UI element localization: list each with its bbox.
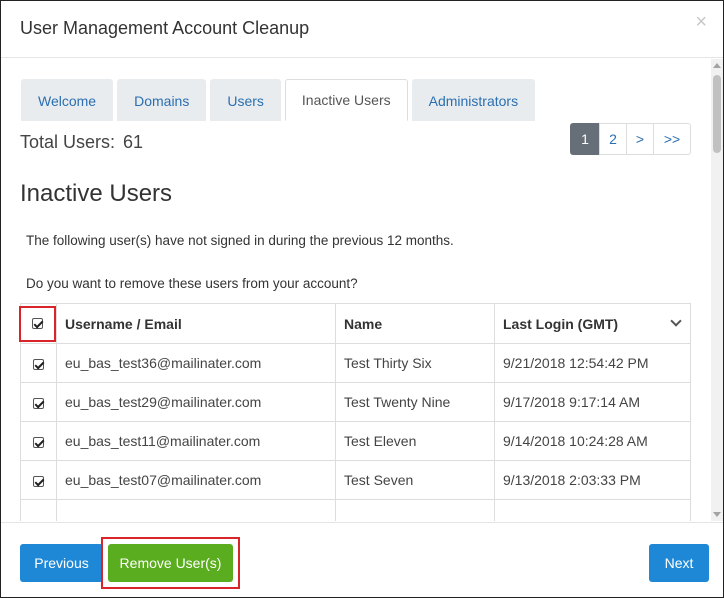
remove-users-button[interactable]: Remove User(s) bbox=[108, 544, 233, 582]
dialog-title: User Management Account Cleanup bbox=[20, 18, 310, 38]
table-row: eu_bas_test11@mailinater.com Test Eleven… bbox=[20, 421, 691, 461]
row-last-login: 9/13/2018 2:03:33 PM bbox=[494, 460, 691, 500]
table-row-partial bbox=[20, 499, 691, 521]
total-users: Total Users: 61 bbox=[20, 132, 143, 153]
row-select-cell bbox=[20, 343, 57, 383]
total-users-value: 61 bbox=[123, 132, 144, 152]
section-title: Inactive Users bbox=[20, 180, 173, 207]
chevron-down-icon[interactable] bbox=[670, 315, 682, 327]
row-checkbox[interactable] bbox=[33, 475, 44, 487]
row-last-login: 9/14/2018 10:24:28 AM bbox=[494, 421, 691, 461]
column-username[interactable]: Username / Email bbox=[56, 303, 336, 344]
section-description: The following user(s) have not signed in… bbox=[26, 233, 454, 248]
row-email: eu_bas_test29@mailinater.com bbox=[56, 382, 336, 422]
row-email: eu_bas_test11@mailinater.com bbox=[56, 421, 336, 461]
row-last-login bbox=[494, 499, 691, 521]
scroll-up-icon[interactable] bbox=[713, 63, 721, 68]
row-name: Test Seven bbox=[335, 460, 495, 500]
row-last-login: 9/17/2018 9:17:14 AM bbox=[494, 382, 691, 422]
row-checkbox[interactable] bbox=[33, 358, 44, 370]
row-select-cell bbox=[20, 460, 57, 500]
select-all-checkbox[interactable] bbox=[32, 318, 43, 329]
table-header-row: Username / Email Name Last Login (GMT) bbox=[19, 303, 691, 344]
row-select-cell bbox=[20, 499, 57, 521]
dialog-header: User Management Account Cleanup × bbox=[1, 1, 723, 58]
next-page-button[interactable]: > bbox=[626, 123, 654, 155]
vertical-scrollbar[interactable] bbox=[711, 59, 723, 521]
scroll-thumb[interactable] bbox=[713, 75, 721, 153]
tab-users[interactable]: Users bbox=[210, 79, 281, 121]
row-name: Test Thirty Six bbox=[335, 343, 495, 383]
page-2-button[interactable]: 2 bbox=[599, 123, 627, 155]
tab-administrators[interactable]: Administrators bbox=[411, 79, 536, 121]
column-last-login-label: Last Login (GMT) bbox=[503, 315, 619, 332]
row-checkbox[interactable] bbox=[33, 397, 44, 409]
last-page-button[interactable]: >> bbox=[653, 123, 691, 155]
tab-bar: Welcome Domains Users Inactive Users Adm… bbox=[21, 79, 539, 121]
column-name[interactable]: Name bbox=[335, 303, 495, 344]
row-name: Test Twenty Nine bbox=[335, 382, 495, 422]
select-all-cell bbox=[19, 303, 57, 344]
row-email: eu_bas_test07@mailinater.com bbox=[56, 460, 336, 500]
row-last-login: 9/21/2018 12:54:42 PM bbox=[494, 343, 691, 383]
row-email bbox=[56, 499, 336, 521]
row-name: Test Eleven bbox=[335, 421, 495, 461]
pagination: 1 2 > >> bbox=[570, 123, 691, 155]
table-row: eu_bas_test07@mailinater.com Test Seven … bbox=[20, 460, 691, 500]
dialog-footer: Previous Remove User(s) Next bbox=[1, 522, 723, 597]
row-checkbox[interactable] bbox=[33, 436, 44, 448]
tab-welcome[interactable]: Welcome bbox=[21, 79, 114, 121]
row-select-cell bbox=[20, 382, 57, 422]
previous-button[interactable]: Previous bbox=[20, 544, 103, 582]
page-1-button[interactable]: 1 bbox=[570, 123, 600, 155]
select-all-highlight bbox=[19, 305, 56, 342]
dialog-body: Welcome Domains Users Inactive Users Adm… bbox=[1, 59, 723, 521]
inactive-users-table: Username / Email Name Last Login (GMT) e… bbox=[19, 303, 691, 521]
row-name bbox=[335, 499, 495, 521]
table-row: eu_bas_test29@mailinater.com Test Twenty… bbox=[20, 382, 691, 422]
tab-inactive-users[interactable]: Inactive Users bbox=[284, 79, 408, 121]
table-row: eu_bas_test36@mailinater.com Test Thirty… bbox=[20, 343, 691, 383]
section-question: Do you want to remove these users from y… bbox=[26, 276, 358, 291]
close-icon[interactable]: × bbox=[695, 11, 707, 34]
scroll-down-icon[interactable] bbox=[713, 512, 721, 517]
next-button[interactable]: Next bbox=[649, 544, 709, 582]
tab-domains[interactable]: Domains bbox=[117, 79, 207, 121]
user-cleanup-dialog: User Management Account Cleanup × Welcom… bbox=[0, 0, 724, 598]
total-users-label: Total Users: bbox=[20, 132, 116, 152]
row-select-cell bbox=[20, 421, 57, 461]
column-last-login[interactable]: Last Login (GMT) bbox=[494, 303, 691, 344]
row-email: eu_bas_test36@mailinater.com bbox=[56, 343, 336, 383]
